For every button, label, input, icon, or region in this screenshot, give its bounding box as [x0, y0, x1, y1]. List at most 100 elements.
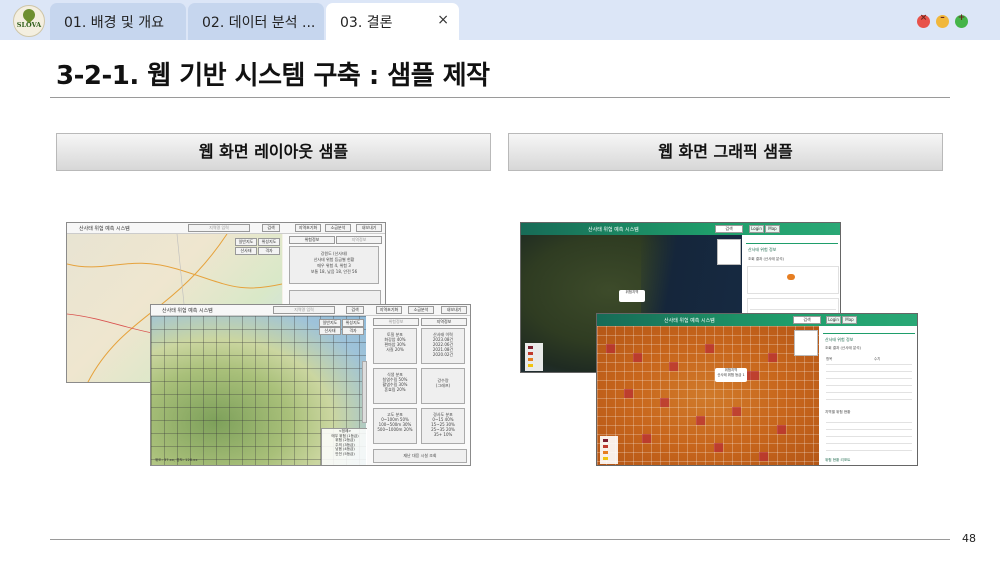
panel-title: 산사태 위험 정보: [825, 337, 854, 342]
tab-bar: SLOVA 01. 배경 및 개요 02. 데이터 분석 ... 03. 결론 …: [0, 0, 1000, 40]
panel-line: 보통 18, 낮음 18, 안전 56: [310, 269, 358, 274]
map-type-general[interactable]: 일반지도: [319, 319, 341, 327]
info-card: [747, 266, 839, 294]
map-type-grid[interactable]: 격자: [258, 247, 280, 255]
popup-marker: 위험지역: [619, 290, 645, 302]
side-panel: 산사태 위험 정보 조회 결과 (산사태 분석) 항목 수치 지역별 위험 현황…: [819, 326, 917, 465]
tab-conclusion[interactable]: 03. 결론 ×: [326, 3, 459, 40]
popup-marker: 위험지역 산사태 위험 등급 1: [715, 368, 747, 382]
status-line: 조회 결과 (산사태 분석): [748, 257, 784, 261]
map-legend: [525, 343, 543, 371]
history-box: 산사태 이력 2023.08건 2022.06건 2021.08건 2020.0…: [421, 328, 465, 364]
map-type-satellite[interactable]: 위성지도: [258, 238, 280, 246]
risk-cell[interactable]: [696, 416, 705, 425]
slope-box: 경사도 분포 0~15 40% 15~25 30% 25~35 20% 35+ …: [421, 408, 465, 444]
search-button[interactable]: 검색: [262, 224, 280, 232]
app-header: 산사태 위험 예측 시스템 지역명 입력 검색 지역초기화 소급분석 내보내기: [67, 223, 385, 234]
map-type-landslide[interactable]: 산사태: [319, 327, 341, 335]
tab-risk-info[interactable]: 위험정보: [289, 236, 335, 244]
risk-cell[interactable]: [768, 353, 777, 362]
tab-background-overview[interactable]: 01. 배경 및 개요: [50, 3, 186, 40]
box-line: 사질 20%: [386, 347, 404, 352]
export-button[interactable]: 내보내기: [356, 224, 382, 232]
legend-item: 안전 (5등급): [335, 451, 355, 456]
search-input[interactable]: 검색: [715, 225, 743, 233]
close-tab-icon[interactable]: ×: [437, 12, 449, 28]
app-title: 산사태 위험 예측 시스템: [79, 226, 130, 232]
risk-cell[interactable]: [633, 353, 642, 362]
box-line: 혼효림 20%: [384, 387, 406, 392]
side-panel: 위험정보 지역정보 토질 분포 화강암 40% 편마암 30% 사질 20% 산…: [367, 316, 470, 465]
maximize-window-button[interactable]: +: [955, 13, 968, 28]
risk-cell[interactable]: [714, 443, 723, 452]
facility-search-button[interactable]: 재난 대응 시설 조회: [373, 449, 467, 463]
app-header: 산사태 위험 예측 시스템 검색 Login Map: [521, 223, 840, 235]
risk-cell[interactable]: [732, 407, 741, 416]
export-button[interactable]: 내보내기: [441, 306, 467, 314]
altitude-box: 고도 분포 0~100m 50% 100~500m 30% 500~1000m …: [373, 408, 417, 444]
data-table: 항목 수치: [824, 356, 914, 406]
tab-label: 01. 배경 및 개요: [64, 15, 165, 31]
risk-cell[interactable]: [606, 344, 615, 353]
map-legend: <범례> 매우 위험 (1등급) 위험 (2등급) 주의 (3등급) 낮음 (4…: [321, 428, 369, 465]
section-title: 지역별 위험 현황: [825, 410, 851, 414]
close-window-button[interactable]: ×: [917, 13, 930, 28]
app-title: 산사태 위험 예측 시스템: [588, 227, 639, 233]
panel-title: 산사태 위험 정보: [748, 247, 777, 252]
title-divider: [50, 97, 950, 98]
search-input[interactable]: 지역명 입력: [273, 306, 335, 314]
data-table: [824, 416, 914, 456]
map-type-switch[interactable]: [717, 239, 741, 265]
app-logo: SLOVA: [13, 5, 45, 37]
coordinate-readout: 위도: 37.xx, 경도: 128.xx: [155, 458, 198, 462]
graphic-sample-header: 웹 화면 그래픽 샘플: [508, 133, 943, 171]
report-link[interactable]: 위험 현황 리포트: [825, 458, 850, 463]
table-header: 항목: [826, 357, 833, 361]
risk-cell[interactable]: [777, 425, 786, 434]
tab-risk-info[interactable]: 위험정보: [373, 318, 419, 326]
popup-line: 산사태 위험 등급 1: [717, 372, 745, 377]
table-header: 수치: [874, 357, 881, 361]
map-type-landslide[interactable]: 산사태: [235, 247, 257, 255]
page-number: 48: [962, 532, 976, 545]
risk-cell[interactable]: [624, 389, 633, 398]
slide-title: 3-2-1. 웹 기반 시스템 구축 : 샘플 제작: [56, 61, 490, 91]
risk-heatmap-area[interactable]: 위험지역 산사태 위험 등급 1: [597, 326, 819, 465]
tab-data-analysis[interactable]: 02. 데이터 분석 ...: [188, 3, 324, 40]
status-line: 조회 결과 (산사태 분석): [825, 346, 861, 350]
risk-cell[interactable]: [660, 398, 669, 407]
tab-label: 03. 결론: [340, 15, 393, 31]
risk-cell[interactable]: [705, 344, 714, 353]
search-input[interactable]: 검색: [793, 316, 821, 324]
app-title: 산사태 위험 예측 시스템: [664, 318, 715, 324]
minimize-icon: –: [940, 13, 945, 23]
map-type-switch[interactable]: [794, 330, 818, 356]
layout-sample-front-screenshot: 산사태 위험 예측 시스템 지역명 입력 검색 지역초기화 소급분석 내보내기 …: [150, 304, 471, 466]
box-line: 35+ 10%: [433, 432, 453, 437]
map-type-grid[interactable]: 격자: [342, 327, 364, 335]
app-header: 산사태 위험 예측 시스템 지역명 입력 검색 지역초기화 소급분석 내보내기: [151, 305, 470, 316]
region-reset-button[interactable]: 지역초기화: [295, 224, 321, 232]
minimize-window-button[interactable]: –: [936, 13, 949, 28]
tab-region-info[interactable]: 지역정보: [421, 318, 467, 326]
map-type-satellite[interactable]: 위성지도: [342, 319, 364, 327]
region-reset-button[interactable]: 지역초기화: [376, 306, 402, 314]
risk-cell[interactable]: [642, 434, 651, 443]
map-legend: [600, 436, 618, 464]
login-button[interactable]: Login: [749, 225, 764, 233]
map-button[interactable]: Map: [842, 316, 857, 324]
box-line: 500~1000m 20%: [377, 427, 413, 432]
login-button[interactable]: Login: [826, 316, 841, 324]
map-type-general[interactable]: 일반지도: [235, 238, 257, 246]
risk-cell[interactable]: [759, 452, 768, 461]
search-input[interactable]: 지역명 입력: [188, 224, 250, 232]
analysis-button[interactable]: 소급분석: [408, 306, 434, 314]
map-button[interactable]: Map: [765, 225, 780, 233]
app-header: 산사태 위험 예측 시스템 검색 Login Map: [597, 314, 917, 326]
risk-cell[interactable]: [669, 362, 678, 371]
analysis-button[interactable]: 소급분석: [325, 224, 351, 232]
search-button[interactable]: 검색: [346, 306, 364, 314]
maximize-icon: +: [957, 13, 966, 23]
tab-region-info[interactable]: 지역정보: [336, 236, 382, 244]
layout-sample-header: 웹 화면 레이아웃 샘플: [56, 133, 491, 171]
